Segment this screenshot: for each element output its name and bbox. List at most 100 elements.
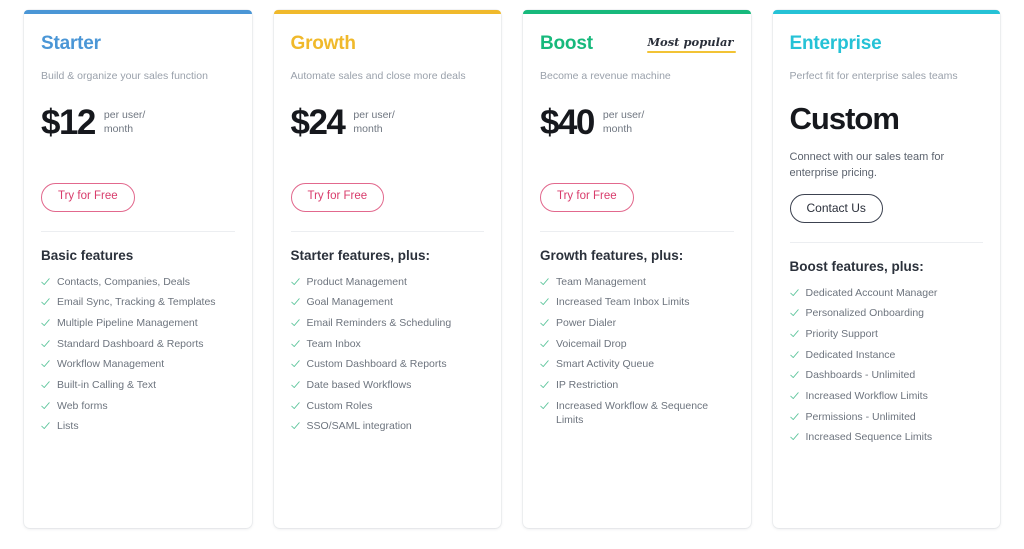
section-divider bbox=[789, 241, 983, 243]
check-icon bbox=[41, 317, 50, 329]
check-icon bbox=[540, 276, 549, 288]
features-title: Starter features, plus: bbox=[290, 248, 431, 264]
try-for-free-button[interactable]: Try for Free bbox=[540, 183, 634, 212]
plan-body: Boost Most popular Become a revenue machin… bbox=[523, 14, 751, 427]
features-title: Growth features, plus: bbox=[540, 248, 684, 264]
check-icon bbox=[540, 317, 549, 329]
feature-label: Priority Support bbox=[805, 327, 878, 340]
feature-item: Increased Workflow & Sequence Limits bbox=[540, 392, 734, 427]
check-icon bbox=[540, 400, 549, 412]
check-icon bbox=[540, 338, 549, 350]
feature-item: Standard Dashboard & Reports bbox=[41, 330, 235, 351]
check-icon bbox=[41, 400, 50, 412]
plan-price-unit: per user/ month bbox=[353, 109, 395, 136]
contact-us-button[interactable]: Contact Us bbox=[789, 193, 883, 223]
plan-body: Enterprise Perfect fit for enterprise sal… bbox=[773, 14, 1001, 445]
feature-item: Personalized Onboarding bbox=[789, 300, 984, 321]
feature-list: Product Management Goal Management Email R… bbox=[290, 268, 485, 433]
check-icon bbox=[789, 307, 799, 319]
feature-item: Permissions - Unlimited bbox=[789, 403, 984, 424]
check-icon bbox=[290, 420, 300, 432]
plan-body: Growth Automate sales and close more deal… bbox=[274, 14, 502, 434]
plan-cta-wrap: Contact Us bbox=[789, 193, 984, 224]
feature-label: Increased Workflow & Sequence Limits bbox=[556, 399, 709, 426]
try-for-free-button[interactable]: Try for Free bbox=[290, 183, 385, 212]
feature-item: Increased Team Inbox Limits bbox=[540, 289, 734, 310]
check-icon bbox=[41, 358, 50, 370]
feature-label: Product Management bbox=[306, 275, 407, 288]
check-icon bbox=[41, 420, 50, 432]
most-popular-badge-label: Most popular bbox=[647, 35, 734, 49]
feature-label: Increased Sequence Limits bbox=[805, 431, 933, 444]
plan-price-unit: per user/ month bbox=[602, 109, 645, 136]
plan-name: Boost bbox=[540, 33, 593, 54]
check-icon bbox=[789, 411, 799, 423]
check-icon bbox=[540, 296, 549, 308]
feature-item: Team Management bbox=[540, 268, 734, 289]
plan-card-enterprise: Enterprise Perfect fit for enterprise sal… bbox=[772, 10, 1001, 528]
feature-label: Team Management bbox=[556, 275, 646, 288]
try-for-free-button[interactable]: Try for Free bbox=[41, 183, 135, 212]
feature-item: Custom Roles bbox=[290, 392, 485, 413]
plan-cta-wrap: Try for Free bbox=[290, 183, 485, 213]
feature-label: Dedicated Instance bbox=[805, 348, 896, 361]
plan-name: Growth bbox=[290, 33, 356, 54]
enterprise-pricing-note: Connect with our sales team for enterpri… bbox=[789, 151, 945, 179]
feature-label: Power Dialer bbox=[556, 317, 617, 330]
feature-label: Multiple Pipeline Management bbox=[57, 317, 198, 330]
plan-price-amount: $40 bbox=[540, 103, 595, 143]
feature-label: Lists bbox=[57, 420, 79, 433]
check-icon bbox=[41, 338, 50, 350]
feature-label: Permissions - Unlimited bbox=[805, 410, 916, 423]
feature-item: Increased Workflow Limits bbox=[789, 382, 984, 403]
feature-label: Date based Workflows bbox=[306, 379, 412, 392]
feature-label: Personalized Onboarding bbox=[805, 307, 925, 320]
check-icon bbox=[290, 296, 300, 308]
features-title: Boost features, plus: bbox=[789, 258, 924, 274]
plan-card-starter: Starter Build & organize your sales funct… bbox=[24, 10, 252, 528]
feature-item: Built-in Calling & Text bbox=[41, 372, 235, 393]
feature-item: Priority Support bbox=[789, 320, 984, 341]
feature-label: Dashboards - Unlimited bbox=[805, 369, 916, 382]
feature-label: Email Sync, Tracking & Templates bbox=[57, 296, 216, 309]
plan-price-row: $40 per user/ month bbox=[540, 105, 734, 151]
plan-cta-wrap: Try for Free bbox=[41, 183, 235, 213]
section-divider bbox=[41, 231, 235, 233]
plan-header: Growth bbox=[290, 33, 485, 55]
feature-item: Email Reminders & Scheduling bbox=[290, 310, 485, 331]
feature-item: Increased Sequence Limits bbox=[789, 424, 984, 445]
feature-item: Lists bbox=[41, 413, 235, 434]
check-icon bbox=[41, 379, 50, 391]
feature-list: Contacts, Companies, Deals Email Sync, Tr… bbox=[41, 268, 235, 433]
feature-label: Smart Activity Queue bbox=[556, 358, 655, 371]
check-icon bbox=[290, 379, 300, 391]
section-divider bbox=[290, 231, 484, 233]
check-icon bbox=[41, 276, 50, 288]
check-icon bbox=[290, 400, 300, 412]
section-divider bbox=[540, 231, 734, 233]
feature-label: Goal Management bbox=[306, 296, 393, 309]
plan-header: Starter bbox=[41, 33, 235, 55]
feature-item: Web forms bbox=[41, 392, 235, 413]
feature-item: IP Restriction bbox=[540, 372, 734, 393]
check-icon bbox=[789, 287, 799, 299]
plan-price-unit: per user/ month bbox=[103, 109, 146, 136]
feature-list: Dedicated Account Manager Personalized On… bbox=[789, 279, 984, 445]
plan-price-amount: $24 bbox=[290, 103, 346, 143]
feature-item: Voicemail Drop bbox=[540, 330, 734, 351]
feature-label: IP Restriction bbox=[556, 379, 619, 392]
feature-item: Dedicated Instance bbox=[789, 341, 984, 362]
feature-label: Web forms bbox=[57, 399, 108, 412]
plan-price-amount: $12 bbox=[41, 103, 96, 143]
check-icon bbox=[789, 390, 799, 402]
plan-tagline: Perfect fit for enterprise sales teams bbox=[789, 69, 958, 82]
plan-card-growth: Growth Automate sales and close more deal… bbox=[273, 10, 502, 528]
feature-label: Custom Roles bbox=[306, 399, 373, 412]
feature-label: Increased Workflow Limits bbox=[805, 389, 928, 402]
feature-label: Standard Dashboard & Reports bbox=[57, 337, 204, 350]
feature-item: Date based Workflows bbox=[290, 372, 485, 393]
pricing-plans-grid: Starter Build & organize your sales funct… bbox=[0, 0, 1024, 528]
features-title: Basic features bbox=[41, 248, 134, 264]
check-icon bbox=[290, 317, 300, 329]
plan-tagline: Build & organize your sales function bbox=[41, 69, 208, 82]
